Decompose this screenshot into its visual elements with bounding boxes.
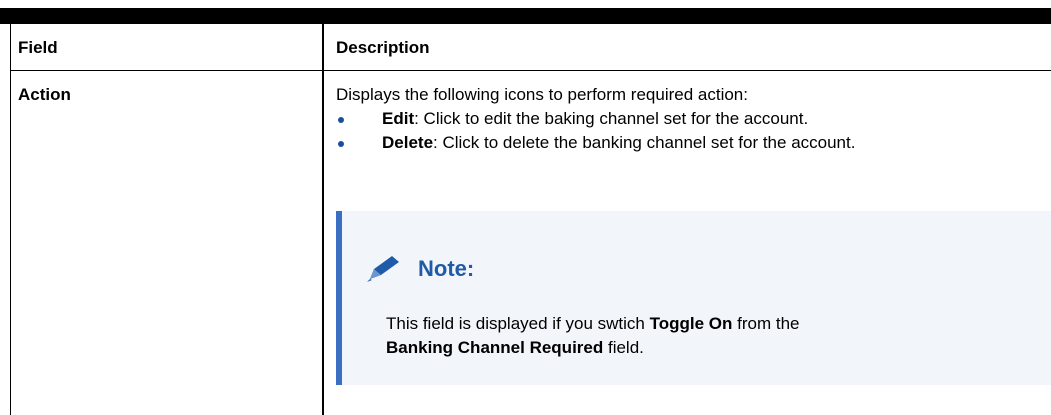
bullet-dot [338,117,344,123]
header-field: Field [18,38,58,57]
bullet-term: Delete [382,133,434,152]
table-left-border [10,24,11,415]
row-description-intro: Displays the following icons to perform … [336,85,748,104]
field-description-table: Field Description Action Displays the fo… [10,24,1051,415]
bullet-text: : Click to edit the baking channel set f… [414,109,809,128]
pencil-icon [367,256,399,282]
bullet-dot [338,141,344,147]
header-description: Description [336,38,430,57]
note-box: Note: This field is displayed if you swt… [336,211,1051,385]
row-field-action: Action [18,85,71,104]
note-label: Note: [418,256,475,281]
bullet-term: Edit [382,109,415,128]
table-header-divider [10,70,1051,71]
table-column-divider [322,24,324,415]
bullet-text: : Click to delete the banking channel se… [433,133,856,152]
note-text: This field is displayed if you swtich To… [386,314,800,357]
top-rule [0,8,1051,24]
